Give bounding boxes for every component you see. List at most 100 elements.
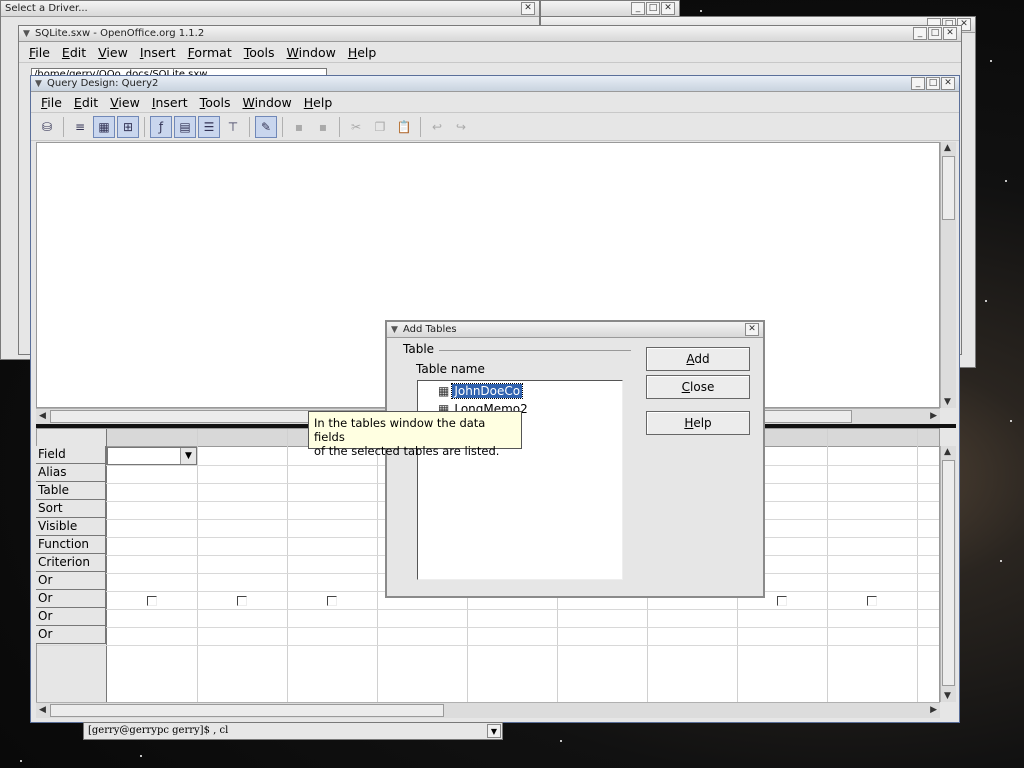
grid-row-label: Or [36, 626, 106, 644]
close-icon[interactable]: ✕ [521, 2, 535, 15]
menu-window[interactable]: Window [281, 45, 342, 60]
toolbar-separator [249, 116, 250, 137]
menu-edit[interactable]: Edit [68, 95, 104, 110]
menu-window[interactable]: Window [236, 95, 297, 110]
database-icon[interactable]: ⛁ [36, 116, 58, 138]
scroll-up-icon[interactable]: ▲ [944, 447, 951, 457]
visible-checkbox[interactable] [777, 596, 787, 606]
design-view-icon[interactable]: ▦ [93, 115, 115, 138]
toolbar-separator [63, 116, 64, 137]
sqlite-titlebar[interactable]: ▼ SQLite.sxw - OpenOffice.org 1.1.2 _ □ … [19, 26, 961, 42]
minimize-icon[interactable]: _ [631, 2, 645, 15]
scroll-left-icon[interactable]: ◀ [39, 705, 46, 715]
scroll-right-icon[interactable]: ▶ [930, 705, 937, 715]
distinct-values-icon[interactable]: ⊤ [222, 116, 244, 138]
grid-row-label: Alias [36, 464, 106, 482]
run-query-icon[interactable]: ≡ [69, 116, 91, 138]
save-icon[interactable]: ▪ [288, 116, 310, 138]
menu-file[interactable]: File [23, 45, 56, 60]
table-group-label: Table [403, 342, 435, 356]
maximize-icon[interactable]: □ [646, 2, 660, 15]
help-button[interactable]: Help [646, 411, 750, 435]
maximize-icon[interactable]: □ [926, 77, 940, 90]
close-button[interactable]: Close [646, 375, 750, 399]
query-toolbar: ⛁ ≡ ▦ ⊞ ƒ ▤ ☰ ⊤ ✎ ▪ ▪ ✂ ❐ 📋 ↩ ↪ [31, 113, 959, 141]
tooltip-line-2: of the selected tables are listed. [314, 444, 500, 458]
functions-icon[interactable]: ƒ [150, 115, 172, 138]
alias-icon[interactable]: ☰ [198, 115, 220, 138]
query-menubar: File Edit View Insert Tools Window Help [31, 92, 959, 113]
paste-icon[interactable]: 📋 [393, 116, 415, 138]
background-window-titlebar[interactable]: _ □ ✕ [541, 1, 679, 17]
close-icon[interactable]: ✕ [661, 2, 675, 15]
chevron-down-icon[interactable]: ▼ [180, 448, 196, 464]
add-tables-titlebar[interactable]: ▼ Add Tables ✕ [387, 322, 763, 338]
redo-icon[interactable]: ↪ [450, 116, 472, 138]
table-list-item[interactable]: ▦ JohnDoeCo [438, 383, 524, 399]
menu-file[interactable]: File [35, 95, 68, 110]
menu-insert[interactable]: Insert [134, 45, 182, 60]
grid-row-label: Or [36, 590, 106, 608]
maximize-icon[interactable]: □ [928, 27, 942, 40]
scroll-thumb[interactable] [942, 156, 955, 220]
sqlite-menubar: File Edit View Insert Format Tools Windo… [19, 42, 961, 63]
scroll-down-icon[interactable]: ▼ [944, 397, 951, 407]
minimize-icon[interactable]: _ [913, 27, 927, 40]
scroll-right-icon[interactable]: ▶ [930, 411, 937, 421]
visible-checkbox[interactable] [327, 596, 337, 606]
menu-help[interactable]: Help [298, 95, 339, 110]
add-table-icon[interactable]: ⊞ [117, 115, 139, 138]
grid-row-label: Or [36, 608, 106, 626]
add-tables-title: Add Tables [403, 324, 457, 335]
close-icon[interactable]: ✕ [941, 77, 955, 90]
scroll-down-icon[interactable]: ▼ [944, 691, 951, 701]
menu-view[interactable]: View [92, 45, 134, 60]
add-button[interactable]: Add [646, 347, 750, 371]
select-driver-title: Select a Driver... [5, 3, 88, 14]
scroll-up-icon[interactable]: ▲ [944, 143, 951, 153]
menu-view[interactable]: View [104, 95, 146, 110]
tables-pane-vscrollbar[interactable]: ▲ ▼ [940, 142, 956, 408]
visible-checkbox[interactable] [237, 596, 247, 606]
save-as-icon[interactable]: ▪ [312, 116, 334, 138]
select-driver-titlebar[interactable]: Select a Driver... ✕ [1, 1, 539, 17]
menu-edit[interactable]: Edit [56, 45, 92, 60]
menu-tools[interactable]: Tools [194, 95, 237, 110]
sqlite-title: SQLite.sxw - OpenOffice.org 1.1.2 [35, 28, 205, 39]
menu-format[interactable]: Format [182, 45, 238, 60]
grid-hscrollbar[interactable]: ◀ ▶ [36, 702, 940, 718]
cut-icon[interactable]: ✂ [345, 116, 367, 138]
window-menu-icon[interactable]: ▼ [391, 325, 403, 335]
menu-insert[interactable]: Insert [146, 95, 194, 110]
close-icon[interactable]: ✕ [943, 27, 957, 40]
tables-list[interactable]: ▦ JohnDoeCo ▦ LongMemo2 [417, 380, 623, 580]
table-name-icon[interactable]: ▤ [174, 115, 196, 138]
grid-row-label: Field [36, 446, 106, 464]
grid-vscrollbar[interactable]: ▲ ▼ [940, 446, 956, 702]
undo-icon[interactable]: ↩ [426, 116, 448, 138]
chevron-down-icon[interactable]: ▼ [487, 724, 501, 738]
field-dropdown[interactable]: ▼ [107, 447, 197, 465]
tooltip-line-1: In the tables window the data fields [314, 416, 486, 444]
grid-row-label: Visible [36, 518, 106, 536]
scroll-thumb[interactable] [942, 460, 955, 686]
visible-checkbox[interactable] [867, 596, 877, 606]
table-list-item-label: JohnDoeCo [451, 383, 524, 399]
add-tables-dialog: ▼ Add Tables ✕ Table Table name ▦ JohnDo… [385, 320, 765, 598]
table-name-header: Table name [416, 362, 485, 376]
copy-icon[interactable]: ❐ [369, 116, 391, 138]
menu-tools[interactable]: Tools [238, 45, 281, 60]
sql-edit-icon[interactable]: ✎ [255, 115, 277, 138]
scroll-thumb[interactable] [50, 704, 444, 717]
close-icon[interactable]: ✕ [745, 323, 759, 336]
visible-checkbox[interactable] [147, 596, 157, 606]
grid-row-label: Function [36, 536, 106, 554]
table-icon: ▦ [438, 384, 450, 398]
minimize-icon[interactable]: _ [911, 77, 925, 90]
scroll-left-icon[interactable]: ◀ [39, 411, 46, 421]
query-design-titlebar[interactable]: ▼ Query Design: Query2 _ □ ✕ [31, 76, 959, 92]
window-menu-icon[interactable]: ▼ [23, 29, 35, 39]
terminal-input[interactable]: [gerry@gerrypc gerry]$ , cl ▼ [83, 722, 503, 740]
menu-help[interactable]: Help [342, 45, 383, 60]
window-menu-icon[interactable]: ▼ [35, 79, 47, 89]
